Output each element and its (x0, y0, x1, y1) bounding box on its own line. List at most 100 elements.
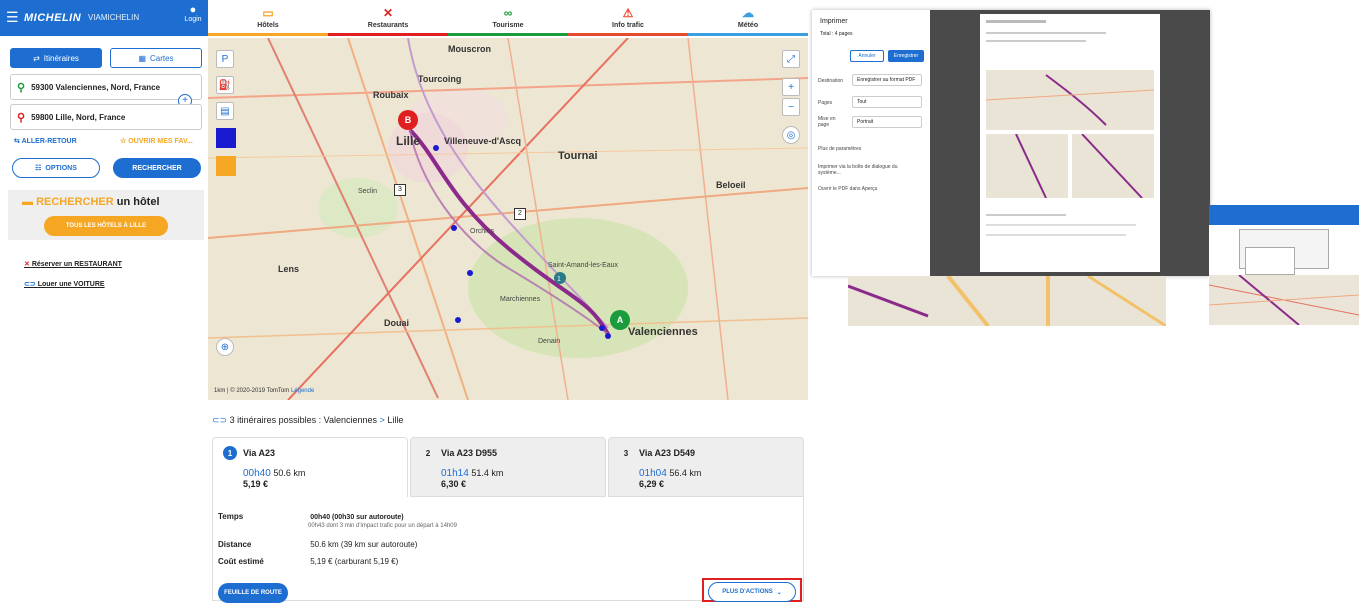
tab-info-trafic[interactable]: ⚠ Info trafic (568, 0, 688, 36)
origin-marker-icon[interactable]: A (610, 310, 630, 330)
route-title: 3 Via A23 D549 (619, 446, 695, 460)
map-label: Mouscron (448, 44, 492, 54)
tab-hotels[interactable]: ▭ Hôtels (208, 0, 328, 36)
roundtrip-link[interactable]: ⇆ ALLER-RETOUR (14, 137, 77, 145)
tab-label: Itinéraires (43, 53, 79, 63)
route-cost: 6,30 € (441, 479, 467, 489)
route-tab-3[interactable]: 3 Via A23 D549 01h04 56.4 km 6,29 € (608, 437, 804, 497)
parking-icon[interactable]: P (216, 50, 234, 68)
from-field[interactable]: ⚲ 59300 Valenciennes, Nord, France (10, 74, 202, 100)
print-preview (930, 10, 1210, 276)
more-actions-label: PLUS D'ACTIONS (722, 589, 773, 595)
dest-select[interactable]: Enregistrer au format PDF (852, 74, 922, 86)
zoom-in-icon[interactable]: + (782, 78, 800, 96)
tab-cartes[interactable]: ▦ Cartes (110, 48, 202, 68)
locate-icon[interactable]: ◎ (782, 126, 800, 144)
brand-logo[interactable]: MICHELIN (24, 12, 81, 24)
to-value: 59800 Lille, Nord, France (31, 112, 126, 122)
hamburger-icon[interactable]: ☰ (6, 9, 19, 26)
tab-meteo[interactable]: ☁ Météo (688, 0, 808, 36)
attribution: © 2020-2019 TomTom (230, 388, 290, 394)
to-field[interactable]: ⚲ 59800 Lille, Nord, France (10, 104, 202, 130)
route-time: 01h14 (441, 468, 469, 479)
route-tab-1[interactable]: 1 Via A23 00h40 50.6 km 5,19 € (212, 437, 408, 497)
car-rental-link[interactable]: ⊂⊃ Louer une VOITURE (24, 280, 105, 288)
preview-text-line (986, 214, 1066, 216)
tab-tourisme[interactable]: ∞ Tourisme (448, 0, 568, 36)
map-label: Lille (396, 134, 421, 148)
route-badge-3: 3 (394, 184, 406, 196)
more-actions-button[interactable]: PLUS D'ACTIONS ⌄ (708, 582, 796, 602)
system-dialog-link[interactable]: Imprimer via la boîte de dialogue du sys… (818, 164, 918, 176)
save-button[interactable]: Enregistrer (888, 50, 924, 62)
map-label: Lens (278, 264, 300, 274)
tab-label: Cartes (150, 53, 174, 63)
map-label: Douai (384, 318, 410, 328)
route-title: 2 Via A23 D955 (421, 446, 497, 460)
destination-marker-icon[interactable]: B (398, 110, 418, 130)
route-cost: 6,29 € (639, 479, 665, 489)
hotel-suffix: un hôtel (116, 196, 160, 208)
pages-label: Pages (818, 100, 833, 106)
map-label: Valenciennes (628, 326, 698, 338)
search-button[interactable]: RECHERCHER (113, 158, 201, 178)
options-button[interactable]: ☷ OPTIONS (12, 158, 100, 178)
legend-link[interactable]: Légende (291, 388, 314, 394)
restaurant-label: Réserver un RESTAURANT (31, 261, 122, 268)
roadbook-button[interactable]: FEUILLE DE ROUTE (218, 583, 288, 603)
detail-value: 50.6 km (39 km sur autoroute) (310, 540, 418, 549)
tab-restaurants[interactable]: ✕ Restaurants (328, 0, 448, 36)
poi-nav-bar: ▭ Hôtels ✕ Restaurants ∞ Tourisme ⚠ Info tra… (208, 0, 808, 36)
restaurant-link[interactable]: ✕ Réserver un RESTAURANT (24, 260, 122, 268)
fullscreen-icon[interactable]: ⤢ (782, 50, 800, 68)
route-stats: 00h40 50.6 km 5,19 € (243, 468, 305, 489)
print-title: Imprimer (820, 18, 848, 25)
map-label: Tournai (558, 150, 598, 162)
end-marker-icon: ⚲ (17, 111, 26, 124)
route-tab-2[interactable]: 2 Via A23 D955 01h14 51.4 km 6,30 € (410, 437, 606, 497)
detail-value: 5,19 € (carburant 5,19 €) (310, 557, 399, 566)
scale-label: 1km (214, 388, 226, 394)
route-dist: 50.6 km (273, 468, 306, 478)
route-map[interactable]: 1 Mouscron Tourcoing Roubaix Lille Ville… (208, 38, 808, 400)
routes-count: 3 itinéraires possibles : Valenciennes (229, 415, 378, 425)
map-label: Villeneuve-d'Ascq (444, 136, 522, 146)
layout-select[interactable]: Portrait (852, 116, 922, 128)
car-label: Louer une VOITURE (37, 281, 105, 288)
routes-summary: ⊂⊃ 3 itinéraires possibles : Valencienne… (212, 415, 403, 426)
satellite-icon[interactable]: ⊕ (216, 338, 234, 356)
roundtrip-label: ALLER-RETOUR (21, 138, 77, 145)
detail-time: Temps 00h40 (00h30 sur autoroute) (218, 512, 404, 521)
route-dist: 51.4 km (471, 468, 504, 478)
nav-label: Tourisme (492, 22, 524, 29)
print-total: Total : 4 pages (820, 31, 853, 37)
nav-label: Météo (737, 22, 759, 29)
favorites-link[interactable]: ☆ OUVRIR MES FAV... (120, 137, 193, 145)
blue-swatch[interactable] (216, 128, 236, 148)
pages-select[interactable]: Tout (852, 96, 922, 108)
svg-text:1: 1 (557, 276, 561, 283)
map-icon: ▦ (138, 53, 146, 63)
routes-dest: Lille (387, 415, 404, 425)
tab-itineraires[interactable]: ⇄ Itinéraires (10, 48, 102, 68)
zoom-out-icon[interactable]: − (782, 98, 800, 116)
preview-text-line (986, 40, 1086, 42)
nav-label: Info trafic (612, 22, 644, 29)
fuel-icon[interactable]: ⛽ (216, 76, 234, 94)
detail-key: Temps (218, 512, 244, 521)
print-dialog: Imprimer Total : 4 pages Annuler Enregis… (812, 10, 1210, 276)
restaurant-icon: ✕ (24, 261, 32, 268)
orange-swatch[interactable] (216, 156, 236, 176)
favorites-label: OUVRIR MES FAV... (128, 138, 193, 145)
more-settings[interactable]: Plus de paramètres (818, 146, 861, 152)
all-hotels-button[interactable]: TOUS LES HÔTELS À LILLE (44, 216, 168, 236)
login-button[interactable]: ● Login (182, 4, 204, 23)
car-icon: ⊂⊃ (212, 415, 228, 425)
layers-icon[interactable]: ▤ (216, 102, 234, 120)
route-time: 01h04 (639, 468, 667, 479)
route-time: 00h40 (243, 468, 271, 479)
open-pdf-link[interactable]: Ouvrir le PDF dans Aperçu (818, 186, 877, 192)
cancel-button[interactable]: Annuler (850, 50, 884, 62)
route-stats: 01h04 56.4 km 6,29 € (639, 468, 701, 489)
login-label: Login (184, 16, 202, 23)
